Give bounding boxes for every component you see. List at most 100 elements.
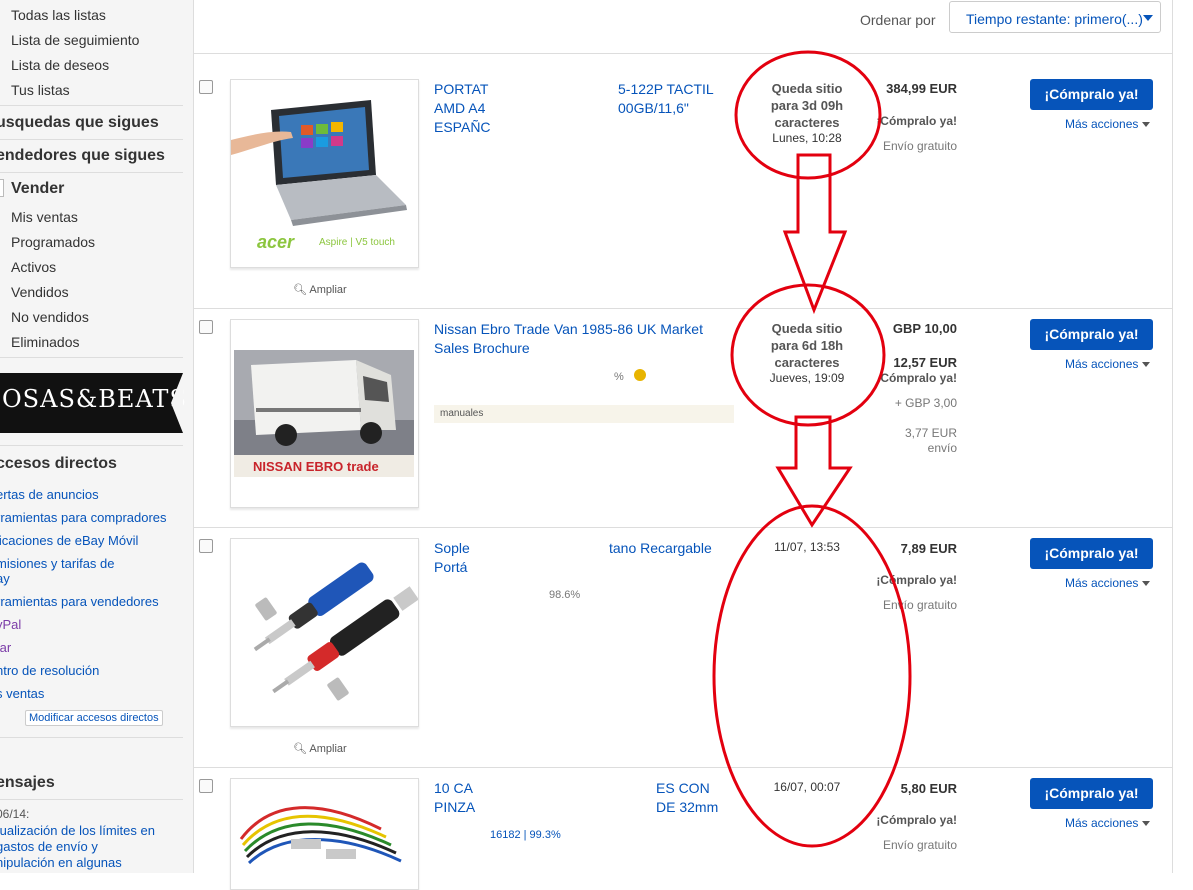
listing-title-right[interactable]: 5-122P TACTIL 00GB/11,6" <box>618 80 738 118</box>
message-link-line[interactable]: gastos de envío y <box>0 839 98 854</box>
sidebar-link-all-lists[interactable]: Todas las listas <box>11 7 106 23</box>
more-actions[interactable]: Más acciones <box>1065 357 1151 371</box>
sidebar-divider <box>0 172 183 173</box>
list-divider <box>193 53 1173 54</box>
shortcut-link[interactable]: ertas de anuncios <box>0 487 99 502</box>
store-banner[interactable]: OSAS&BEATS <box>0 373 186 433</box>
select-checkbox[interactable] <box>199 80 213 94</box>
shortcut-link[interactable]: misiones y tarifas de <box>0 556 115 571</box>
zoom-label: Ampliar <box>309 743 347 755</box>
select-checkbox[interactable] <box>199 539 213 553</box>
zoom-link[interactable]: 🔍︎ Ampliar <box>293 742 347 755</box>
listing-thumbnail[interactable]: acer Aspire | V5 touch <box>230 79 419 268</box>
time-status-line: para 6d 18h <box>770 338 844 353</box>
shortcut-link[interactable]: ntro de resolución <box>0 663 99 678</box>
zoom-link[interactable]: 🔍︎ Ampliar <box>293 283 347 296</box>
shortcut-link[interactable]: rramientas para vendedores <box>0 594 159 609</box>
buy-now-button[interactable]: ¡Cómpralo ya! <box>1030 79 1153 110</box>
listing-title-right[interactable]: tano Recargable <box>609 539 729 558</box>
time-status-line: Queda sitio <box>771 81 843 96</box>
category-tag[interactable]: manuales <box>434 405 734 423</box>
sidebar-divider <box>0 799 183 800</box>
shortcut-link[interactable]: s ventas <box>0 686 44 701</box>
sidebar-link-wish-list[interactable]: Lista de deseos <box>11 57 109 73</box>
buy-now-button[interactable]: ¡Cómpralo ya! <box>1030 538 1153 569</box>
shortcut-link[interactable]: licaciones de eBay Móvil <box>0 533 138 548</box>
modify-shortcuts-button[interactable]: Modificar accesos directos <box>25 710 163 726</box>
more-actions[interactable]: Más acciones <box>1065 576 1151 590</box>
price: GBP 10,00 <box>892 321 957 336</box>
sidebar-sell-heading[interactable]: Vender <box>11 180 64 198</box>
sidebar-link-sold[interactable]: Vendidos <box>11 284 69 300</box>
thumb-model: Aspire | V5 touch <box>319 237 395 248</box>
store-banner-text: OSAS&BEATS <box>2 385 187 413</box>
shipping-eur: 3,77 EUR <box>904 426 957 440</box>
select-checkbox[interactable] <box>199 779 213 793</box>
select-checkbox[interactable] <box>199 320 213 334</box>
list-divider <box>193 308 1173 309</box>
time-left-status: Queda sitio para 3d 09h caracteres <box>752 80 862 131</box>
list-divider <box>193 527 1173 528</box>
title-line: DE 32mm <box>656 799 719 815</box>
sidebar-link-my-sales[interactable]: Mis ventas <box>11 209 78 225</box>
seller-feedback: % <box>614 371 624 383</box>
sidebar-followed-sellers[interactable]: endedores que sigues <box>0 147 165 165</box>
listing-title[interactable]: Nissan Ebro Trade Van 1985-86 UK Market … <box>434 320 724 358</box>
title-line: ESPAÑC <box>434 119 491 135</box>
shortcut-link[interactable]: ay <box>0 571 10 586</box>
shipping-gbp: + GBP 3,00 <box>894 396 957 410</box>
shortcut-link[interactable]: tar <box>0 640 11 655</box>
shipping: Envío gratuito <box>882 139 957 153</box>
listing-thumbnail[interactable] <box>230 778 419 890</box>
price: 7,89 EUR <box>900 541 957 556</box>
end-date: 11/07, 13:53 <box>774 540 840 554</box>
end-date: Lunes, 10:28 <box>772 131 842 145</box>
annotation-arrow <box>775 415 853 528</box>
annotation-arrow <box>782 153 848 315</box>
listing-thumbnail[interactable] <box>230 538 419 727</box>
listing-title-right[interactable]: ES CON DE 32mm <box>656 779 746 817</box>
message-link-line[interactable]: nipulación en algunas <box>0 855 122 870</box>
time-status-line: para 3d 09h <box>770 98 844 113</box>
converted-price: 12,57 EUR <box>893 355 957 370</box>
more-actions[interactable]: Más acciones <box>1065 117 1151 131</box>
sidebar-link-watch-list[interactable]: Lista de seguimiento <box>11 32 139 48</box>
sidebar-divider <box>0 105 183 106</box>
sidebar-followed-searches[interactable]: usquedas que sigues <box>0 114 159 132</box>
sidebar-link-scheduled[interactable]: Programados <box>11 234 95 250</box>
price: 5,80 EUR <box>900 781 957 796</box>
more-actions[interactable]: Más acciones <box>1065 816 1151 830</box>
shipping: Envío gratuito <box>882 838 957 852</box>
message-link-line[interactable]: tualización de los límites en <box>0 823 155 838</box>
chevron-down-icon <box>1142 122 1151 128</box>
chevron-down-icon <box>1142 821 1151 827</box>
chevron-down-icon <box>1143 15 1153 21</box>
zoom-label: Ampliar <box>309 284 347 296</box>
collapse-toggle-icon[interactable] <box>0 179 4 197</box>
chevron-down-icon <box>1142 362 1151 368</box>
seller-feedback: 98.6% <box>549 589 581 601</box>
sort-select[interactable]: Tiempo restante: primero(...) <box>949 1 1161 33</box>
title-line: ES CON <box>656 780 710 796</box>
seller-feedback[interactable]: 16182 | 99.3% <box>490 829 561 841</box>
end-date: 16/07, 00:07 <box>773 780 841 794</box>
buy-now-button[interactable]: ¡Cómpralo ya! <box>1030 319 1153 350</box>
shortcut-link[interactable]: rramientas para compradores <box>0 510 167 525</box>
buy-now-button[interactable]: ¡Cómpralo ya! <box>1030 778 1153 809</box>
sidebar-link-unsold[interactable]: No vendidos <box>11 309 89 325</box>
listing-thumbnail[interactable]: NISSAN EBRO trade <box>230 319 419 508</box>
price: 384,99 EUR <box>886 81 957 96</box>
sidebar-link-active[interactable]: Activos <box>11 259 56 275</box>
sidebar: Todas las listas Lista de seguimiento Li… <box>0 0 194 873</box>
shortcut-link[interactable]: yPal <box>0 617 21 632</box>
title-line: Portá <box>434 559 468 575</box>
title-line: tano Recargable <box>609 540 712 556</box>
sidebar-messages-heading[interactable]: ensajes <box>0 774 55 792</box>
title-line: Sales Brochure <box>434 340 530 356</box>
thumb-brand: acer <box>257 232 295 252</box>
sidebar-link-your-lists[interactable]: Tus listas <box>11 82 70 98</box>
time-left-status: Queda sitio para 6d 18h caracteres <box>752 320 862 371</box>
time-status-line: Queda sitio <box>771 321 843 336</box>
sidebar-link-deleted[interactable]: Eliminados <box>11 334 79 350</box>
more-actions-label: Más acciones <box>1065 117 1139 131</box>
